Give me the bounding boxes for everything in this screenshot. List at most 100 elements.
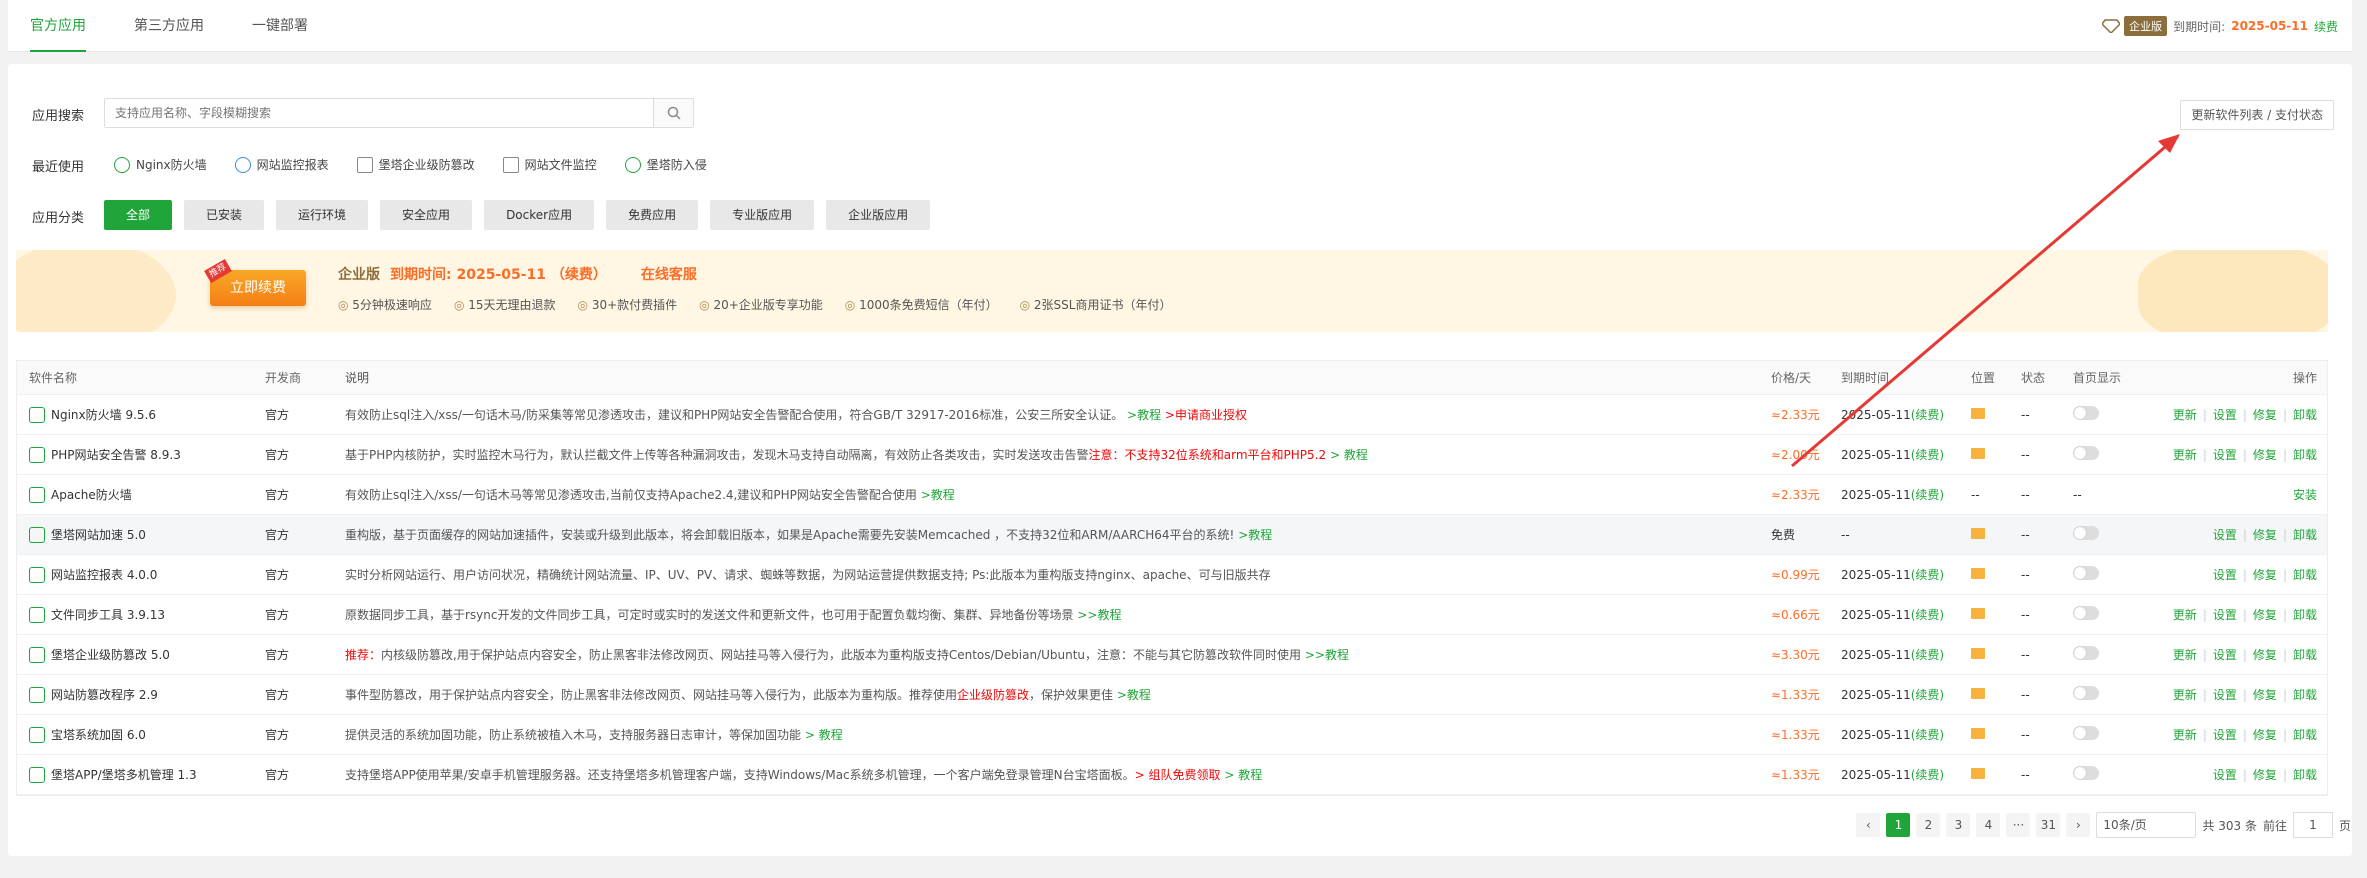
op-0[interactable]: 更新	[2173, 408, 2197, 422]
op-3[interactable]: 卸载	[2293, 688, 2317, 702]
tutorial-link[interactable]: >教程	[1117, 688, 1151, 702]
prev-page-button[interactable]: ‹	[1856, 813, 1881, 837]
folder-icon[interactable]	[1971, 607, 1985, 619]
op-1[interactable]: 设置	[2213, 448, 2237, 462]
renew-link[interactable]: (续费)	[1911, 568, 1944, 582]
tutorial-link[interactable]: > 教程	[1330, 448, 1368, 462]
page-2[interactable]: 3	[1946, 813, 1971, 837]
search-input[interactable]	[105, 99, 653, 127]
op-0[interactable]: 设置	[2213, 768, 2237, 782]
op-2[interactable]: 卸载	[2293, 568, 2317, 582]
op-0[interactable]: 更新	[2173, 728, 2197, 742]
homepage-toggle[interactable]	[2073, 566, 2099, 580]
renew-link[interactable]: (续费)	[1911, 648, 1944, 662]
renew-link[interactable]: (续费)	[1911, 688, 1944, 702]
license-link[interactable]: >申请商业授权	[1165, 408, 1247, 422]
op-0[interactable]: 设置	[2213, 568, 2237, 582]
op-0[interactable]: 更新	[2173, 608, 2197, 622]
op-3[interactable]: 卸载	[2293, 728, 2317, 742]
op-2[interactable]: 修复	[2253, 688, 2277, 702]
homepage-toggle[interactable]	[2073, 526, 2099, 540]
op-1[interactable]: 设置	[2213, 408, 2237, 422]
online-service-link[interactable]: 在线客服	[641, 264, 697, 284]
homepage-toggle[interactable]	[2073, 406, 2099, 420]
category-1[interactable]: 已安装	[184, 200, 265, 230]
renew-link[interactable]: (续费)	[1911, 408, 1944, 422]
location[interactable]	[1971, 527, 2021, 542]
category-0[interactable]: 全部	[104, 200, 173, 230]
recent-item[interactable]: Nginx防火墙	[114, 156, 207, 173]
homepage-toggle[interactable]	[2073, 606, 2099, 620]
op-0[interactable]: 更新	[2173, 648, 2197, 662]
location[interactable]	[1971, 447, 2021, 462]
homepage-toggle[interactable]	[2073, 766, 2099, 780]
folder-icon[interactable]	[1971, 727, 1985, 739]
software-name[interactable]: PHP网站安全告警 8.9.3	[17, 446, 265, 463]
software-name[interactable]: 堡塔企业级防篡改 5.0	[17, 646, 265, 663]
location[interactable]	[1971, 407, 2021, 422]
homepage-toggle[interactable]	[2073, 686, 2099, 700]
folder-icon[interactable]	[1971, 527, 1985, 539]
op-2[interactable]: 卸载	[2293, 768, 2317, 782]
tutorial-link[interactable]: >教程	[1238, 528, 1272, 542]
software-name[interactable]: 堡塔APP/堡塔多机管理 1.3	[17, 766, 265, 783]
folder-icon[interactable]	[1971, 767, 1985, 779]
op-0[interactable]: 设置	[2213, 528, 2237, 542]
top-tab-1[interactable]: 第三方应用	[134, 0, 204, 52]
folder-icon[interactable]	[1971, 447, 1985, 459]
category-5[interactable]: 免费应用	[606, 200, 699, 230]
software-name[interactable]: 网站防篡改程序 2.9	[17, 686, 265, 703]
page-3[interactable]: 4	[1976, 813, 2001, 837]
op-2[interactable]: 修复	[2253, 448, 2277, 462]
goto-page-input[interactable]: 1	[2292, 812, 2333, 838]
op-1[interactable]: 设置	[2213, 728, 2237, 742]
tutorial-link[interactable]: >>教程	[1305, 648, 1349, 662]
op-3[interactable]: 卸载	[2293, 608, 2317, 622]
tutorial-link[interactable]: >教程	[921, 488, 955, 502]
location[interactable]	[1971, 567, 2021, 582]
renew-now-button[interactable]: 推荐 立即续费	[204, 258, 306, 306]
search-button[interactable]	[653, 99, 693, 127]
op-2[interactable]: 修复	[2253, 408, 2277, 422]
homepage-toggle[interactable]	[2073, 726, 2099, 740]
folder-icon[interactable]	[1971, 687, 1985, 699]
recent-item[interactable]: 网站监控报表	[234, 156, 329, 173]
op-1[interactable]: 设置	[2213, 648, 2237, 662]
op-3[interactable]: 卸载	[2293, 448, 2317, 462]
category-2[interactable]: 运行环境	[276, 200, 369, 230]
folder-icon[interactable]	[1971, 567, 1985, 579]
op-1[interactable]: 设置	[2213, 608, 2237, 622]
folder-icon[interactable]	[1971, 647, 1985, 659]
renew-link[interactable]: (续费)	[1911, 608, 1944, 622]
software-name[interactable]: 宝塔系统加固 6.0	[17, 726, 265, 743]
op-2[interactable]: 修复	[2253, 648, 2277, 662]
software-name[interactable]: 堡塔网站加速 5.0	[17, 526, 265, 543]
op-3[interactable]: 卸载	[2293, 648, 2317, 662]
location[interactable]: --	[1971, 488, 2021, 502]
op-1[interactable]: 修复	[2253, 768, 2277, 782]
renew-link[interactable]: (续费)	[1911, 448, 1944, 462]
op-0[interactable]: 更新	[2173, 688, 2197, 702]
recent-item[interactable]: 堡塔防入侵	[624, 156, 707, 173]
next-page-button[interactable]: ›	[2066, 813, 2091, 837]
op-1[interactable]: 修复	[2253, 528, 2277, 542]
page-0[interactable]: 1	[1886, 813, 1911, 837]
desc-link[interactable]: 企业级防篡改	[957, 688, 1029, 702]
page-4[interactable]: ···	[2006, 813, 2031, 837]
location[interactable]	[1971, 647, 2021, 662]
homepage-toggle[interactable]	[2073, 446, 2099, 460]
category-6[interactable]: 专业版应用	[710, 200, 815, 230]
tutorial-link[interactable]: >>教程	[1077, 608, 1121, 622]
op-0[interactable]: 安装	[2293, 488, 2317, 502]
op-0[interactable]: 更新	[2173, 448, 2197, 462]
recent-item[interactable]: 网站文件监控	[502, 156, 597, 173]
software-name[interactable]: Apache防火墙	[17, 486, 265, 503]
tutorial-link[interactable]: >教程	[1127, 408, 1161, 422]
op-2[interactable]: 修复	[2253, 728, 2277, 742]
category-4[interactable]: Docker应用	[484, 200, 595, 230]
category-3[interactable]: 安全应用	[380, 200, 473, 230]
homepage-toggle[interactable]	[2073, 646, 2099, 660]
location[interactable]	[1971, 607, 2021, 622]
op-2[interactable]: 卸载	[2293, 528, 2317, 542]
software-name[interactable]: 文件同步工具 3.9.13	[17, 606, 265, 623]
